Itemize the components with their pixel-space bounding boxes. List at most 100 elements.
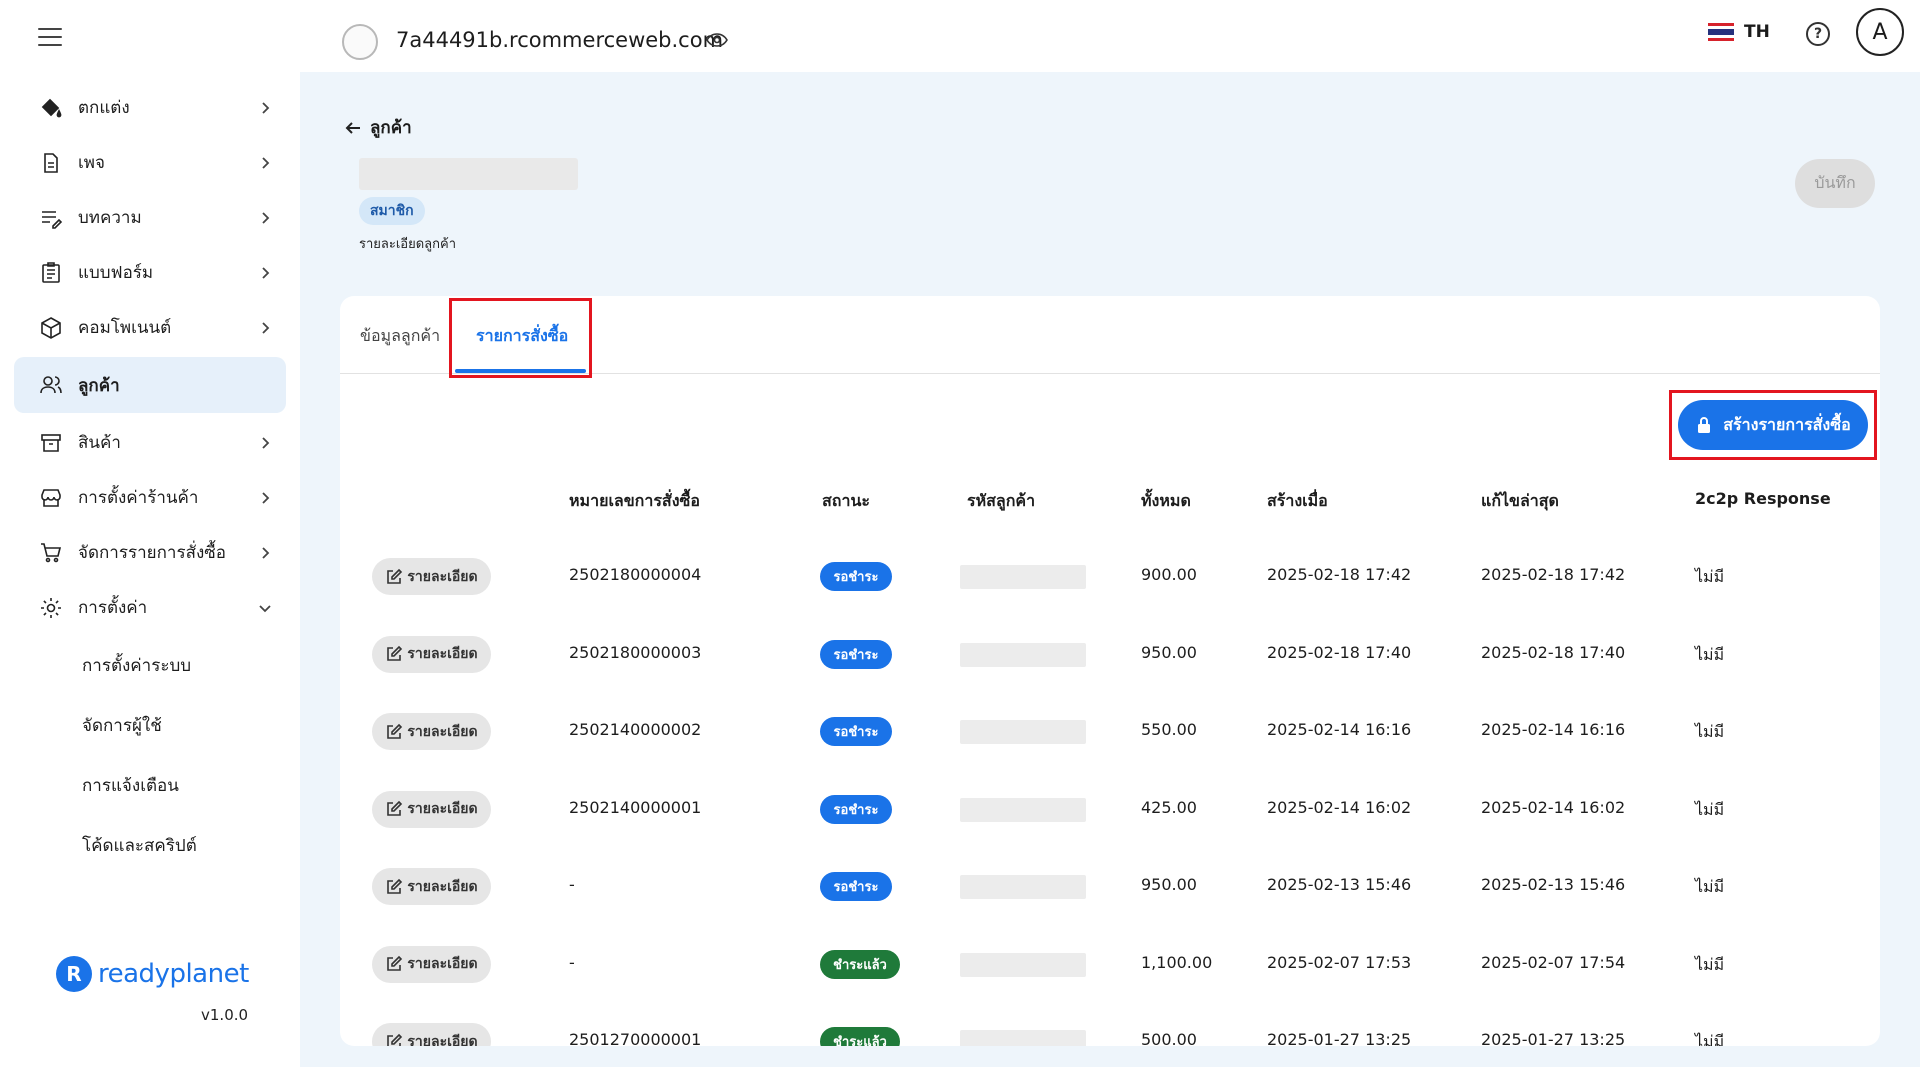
user-avatar[interactable]: A xyxy=(1856,8,1904,56)
hamburger-menu-icon[interactable] xyxy=(38,28,62,48)
sidebar-item-products[interactable]: สินค้า xyxy=(14,415,286,470)
chevron-right-icon xyxy=(262,266,270,279)
order-number: 2502140000001 xyxy=(569,797,702,817)
sidebar-item-articles[interactable]: บทความ xyxy=(14,190,286,245)
column-2c2p-response[interactable]: 2c2p Response xyxy=(1695,489,1831,508)
edit-icon xyxy=(387,955,403,971)
page-icon xyxy=(38,150,64,176)
sidebar-item-pages[interactable]: เพจ xyxy=(14,135,286,190)
orders-card: ข้อมูลลูกค้า รายการสั่งซื้อ สร้างรายการส… xyxy=(340,296,1880,1046)
sidebar-item-components[interactable]: คอมโพเนนต์ xyxy=(14,300,286,355)
detail-label: รายละเอียด xyxy=(407,800,478,816)
back-link[interactable]: ลูกค้า xyxy=(344,114,412,141)
table-row: รายละเอียด 2502180000004 รอชำระ 900.00 2025-… xyxy=(340,541,1880,619)
table-row: รายละเอียด 2502140000002 รอชำระ 550.00 2025-… xyxy=(340,696,1880,774)
status-badge: รอชำระ xyxy=(820,794,892,824)
created-at: 2025-02-13 15:46 xyxy=(1267,875,1412,894)
gear-icon xyxy=(38,595,64,621)
tab-bar: ข้อมูลลูกค้า รายการสั่งซื้อ xyxy=(340,296,1880,378)
customer-code-placeholder xyxy=(960,797,1086,822)
tab-customer-info[interactable]: ข้อมูลลูกค้า xyxy=(360,324,440,349)
column-total[interactable]: ทั้งหมด xyxy=(1141,489,1191,514)
sidebar-item-settings[interactable]: การตั้งค่า xyxy=(14,580,286,635)
status-badge: ชำระแล้ว xyxy=(820,1027,900,1046)
tab-orders-highlight xyxy=(449,298,592,378)
2c2p-response: ไม่มี xyxy=(1695,644,1725,664)
updated-at: 2025-02-18 17:40 xyxy=(1481,642,1626,662)
component-icon xyxy=(38,315,64,341)
arrow-left-icon xyxy=(345,121,360,134)
created-at: 2025-02-18 17:40 xyxy=(1267,642,1412,662)
customer-detail-caption: รายละเอียดลูกค้า xyxy=(359,237,456,252)
updated-at: 2025-02-18 17:42 xyxy=(1481,565,1626,584)
column-updated[interactable]: แก้ไขล่าสุด xyxy=(1481,489,1559,514)
site-avatar xyxy=(342,24,378,60)
2c2p-response: ไม่มี xyxy=(1695,799,1725,819)
customer-code-placeholder xyxy=(960,642,1086,667)
lock-icon xyxy=(1698,417,1711,433)
table-header: หมายเลขการสั่งซื้อ สถานะ รหัสลูกค้า ทั้ง… xyxy=(340,489,1880,519)
chevron-right-icon xyxy=(262,321,270,334)
chevron-right-icon xyxy=(262,546,270,559)
detail-button[interactable]: รายละเอียด xyxy=(372,790,491,828)
sidebar-subitem-label: จัดการผู้ใช้ xyxy=(82,715,162,736)
column-status[interactable]: สถานะ xyxy=(822,489,870,514)
sidebar-item-order-management[interactable]: จัดการรายการสั่งซื้อ xyxy=(14,525,286,580)
detail-button[interactable]: รายละเอียด xyxy=(372,868,491,905)
sidebar-item-forms[interactable]: แบบฟอร์ม xyxy=(14,245,286,300)
order-number: - xyxy=(569,952,575,972)
detail-button[interactable]: รายละเอียด xyxy=(372,945,491,983)
created-at: 2025-02-14 16:02 xyxy=(1267,797,1412,817)
detail-button[interactable]: รายละเอียด xyxy=(372,1023,491,1046)
detail-label: รายละเอียด xyxy=(407,567,478,584)
table-row: รายละเอียด 2502140000001 รอชำระ 425.00 2025-… xyxy=(340,774,1880,852)
column-created[interactable]: สร้างเมื่อ xyxy=(1267,489,1328,514)
created-at: 2025-02-14 16:16 xyxy=(1267,720,1412,739)
created-at: 2025-02-18 17:42 xyxy=(1267,565,1412,584)
sidebar-item-label: คอมโพเนนต์ xyxy=(78,318,172,338)
sidebar-item-customers[interactable]: ลูกค้า xyxy=(14,357,286,413)
sidebar-item-label: จัดการรายการสั่งซื้อ xyxy=(78,543,227,563)
thai-flag-icon xyxy=(1708,23,1734,41)
store-settings-icon xyxy=(38,485,64,511)
column-order-number[interactable]: หมายเลขการสั่งซื้อ xyxy=(569,489,700,514)
created-at: 2025-01-27 13:25 xyxy=(1267,1030,1412,1046)
order-total: 900.00 xyxy=(1141,565,1197,584)
eye-icon[interactable] xyxy=(706,32,728,48)
sidebar-subitem-code-scripts[interactable]: โค้ดและสคริปต์ xyxy=(14,815,286,875)
table-row: รายละเอียด - ชำระแล้ว 1,100.00 2025-02-07 17… xyxy=(340,929,1880,1007)
language-label: TH xyxy=(1744,22,1770,42)
sidebar-subitem-label: การตั้งค่าระบบ xyxy=(82,655,192,676)
language-switcher[interactable]: TH xyxy=(1708,22,1770,42)
product-icon xyxy=(38,430,64,456)
help-icon[interactable]: ? xyxy=(1806,22,1830,46)
edit-icon xyxy=(387,878,403,894)
sidebar-subitem-user-management[interactable]: จัดการผู้ใช้ xyxy=(14,695,286,755)
edit-icon xyxy=(387,568,403,584)
create-order-button[interactable]: สร้างรายการสั่งซื้อ xyxy=(1678,400,1868,450)
sidebar-subitem-label: การแจ้งเตือน xyxy=(82,775,179,796)
column-customer-code[interactable]: รหัสลูกค้า xyxy=(967,489,1035,514)
table-row: รายละเอียด - รอชำระ 950.00 2025-02-13 15:46 2… xyxy=(340,851,1880,929)
sidebar-subitem-notifications[interactable]: การแจ้งเตือน xyxy=(14,755,286,815)
save-button[interactable]: บันทึก xyxy=(1795,159,1875,208)
detail-button[interactable]: รายละเอียด xyxy=(372,635,491,673)
detail-button[interactable]: รายละเอียด xyxy=(372,558,491,595)
updated-at: 2025-02-07 17:54 xyxy=(1481,952,1626,972)
order-total: 950.00 xyxy=(1141,875,1197,894)
2c2p-response: ไม่มี xyxy=(1695,954,1725,974)
sidebar-item-decorate[interactable]: ตกแต่ง xyxy=(14,80,286,135)
updated-at: 2025-02-14 16:16 xyxy=(1481,720,1626,739)
edit-icon xyxy=(387,1033,403,1046)
customer-code-placeholder xyxy=(960,720,1086,744)
2c2p-response: ไม่มี xyxy=(1695,877,1725,896)
table-row: รายละเอียด 2502180000003 รอชำระ 950.00 2025-… xyxy=(340,619,1880,697)
sidebar-item-label: การตั้งค่าร้านค้า xyxy=(78,488,199,508)
detail-button[interactable]: รายละเอียด xyxy=(372,713,491,750)
order-number: 2501270000001 xyxy=(569,1030,702,1046)
sidebar-subitem-system-settings[interactable]: การตั้งค่าระบบ xyxy=(14,635,286,695)
sidebar-item-store-settings[interactable]: การตั้งค่าร้านค้า xyxy=(14,470,286,525)
edit-icon xyxy=(387,800,403,816)
customer-name-placeholder xyxy=(359,158,578,190)
chevron-right-icon xyxy=(262,211,270,224)
